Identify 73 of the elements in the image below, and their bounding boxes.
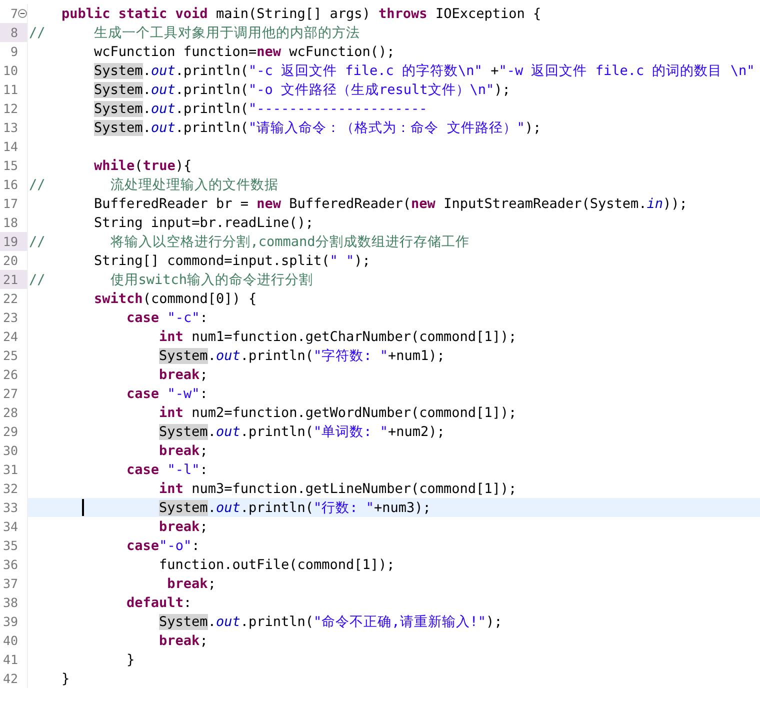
- code-line: int num2=function.getWordNumber(commond[1]);: [158, 405, 517, 421]
- line-number: 14: [2, 138, 18, 156]
- code-line: // 将输入以空格进行分割,command分割成数组进行存储工作: [29, 234, 470, 250]
- line-number: 22: [2, 290, 18, 308]
- code-line: break;: [158, 633, 208, 649]
- line-number: 8: [9, 24, 18, 42]
- line-number: 12: [2, 100, 18, 118]
- code-line: wcFunction function=new wcFunction();: [93, 44, 395, 60]
- line-number: 29: [2, 423, 18, 441]
- line-number: 42: [2, 670, 18, 688]
- line-number: 26: [2, 366, 18, 384]
- code-line: switch(commond[0]) {: [93, 291, 257, 307]
- line-number: 10: [2, 62, 18, 80]
- line-number: 39: [2, 613, 18, 631]
- code-line: System.out.println("-c 返回文件 file.c 的字符数\n" +"-w 返回文件 file.c 的词的数目 \n": [93, 63, 755, 79]
- line-number: 17: [2, 195, 18, 213]
- code-line: break;: [158, 519, 208, 535]
- code-line: System.out.println("请输入命令：（格式为：命令 文件路径）");: [93, 120, 542, 136]
- line-number: 20: [2, 252, 18, 270]
- line-number: 30: [2, 442, 18, 460]
- line-number: 40: [2, 632, 18, 650]
- line-number: 27: [2, 385, 18, 403]
- line-number: 33: [2, 499, 18, 517]
- line-number: 36: [2, 556, 18, 574]
- code-line: System.out.println("行数: "+num3);: [158, 500, 431, 516]
- line-number: 11: [2, 81, 18, 99]
- code-line: break;: [158, 443, 208, 459]
- code-line: function.outFile(commond[1]);: [158, 557, 395, 573]
- line-number: 18: [2, 214, 18, 232]
- line-number: 23: [2, 309, 18, 327]
- line-number: 38: [2, 594, 18, 612]
- line-number: 21: [2, 271, 18, 289]
- line-number: 19: [2, 233, 18, 251]
- code-line: String[] commond=input.split(" ");: [93, 253, 370, 269]
- line-number: 31: [2, 461, 18, 479]
- line-number: 28: [2, 404, 18, 422]
- code-line: BufferedReader br = new BufferedReader(new InputStreamReader(System.in));: [93, 196, 688, 212]
- line-number: 41: [2, 651, 18, 669]
- code-line: case "-w":: [126, 386, 208, 402]
- code-line: while(true){: [93, 158, 192, 174]
- code-line: case"-o":: [126, 538, 200, 554]
- code-line: }: [60, 671, 70, 687]
- code-line: public static void main(String[] args) throws IOException {: [60, 6, 542, 22]
- code-line: // 生成一个工具对象用于调用他的内部的方法: [29, 25, 360, 41]
- code-line: System.out.println("命令不正确,请重新输入!");: [158, 614, 502, 630]
- line-number: 34: [2, 518, 18, 536]
- code-line: default:: [126, 595, 192, 611]
- code-line: // 使用switch输入的命令进行分割: [29, 272, 314, 288]
- code-line: String input=br.readLine();: [93, 215, 314, 231]
- code-line: System.out.println("单词数: "+num2);: [158, 424, 445, 440]
- line-number: 15: [2, 157, 18, 175]
- line-number: 37: [2, 575, 18, 593]
- code-line: break;: [158, 367, 208, 383]
- code-line: System.out.println("-o 文件路径（生成result文件）\n");: [93, 82, 510, 98]
- line-number: 24: [2, 328, 18, 346]
- line-number: 9: [9, 43, 18, 61]
- line-number: 32: [2, 480, 18, 498]
- line-number: 13: [2, 119, 18, 137]
- code-line: case "-l":: [126, 462, 208, 478]
- code-line: break;: [166, 576, 216, 592]
- code-line: }: [126, 652, 135, 668]
- code-line: System.out.println("---------------------: [93, 101, 428, 117]
- code-line: int num1=function.getCharNumber(commond[1]);: [158, 329, 517, 345]
- collapse-icon[interactable]: [18, 9, 27, 18]
- line-number: 7: [9, 5, 18, 23]
- line-number: 35: [2, 537, 18, 555]
- line-number: 25: [2, 347, 18, 365]
- code-line: int num3=function.getLineNumber(commond[1]);: [158, 481, 517, 497]
- line-number: 16: [2, 176, 18, 194]
- code-line: case "-c":: [126, 310, 208, 326]
- code-line: // 流处理处理输入的文件数据: [29, 177, 278, 193]
- code-line: System.out.println("字符数: "+num1);: [158, 348, 445, 364]
- text-cursor: [82, 499, 84, 516]
